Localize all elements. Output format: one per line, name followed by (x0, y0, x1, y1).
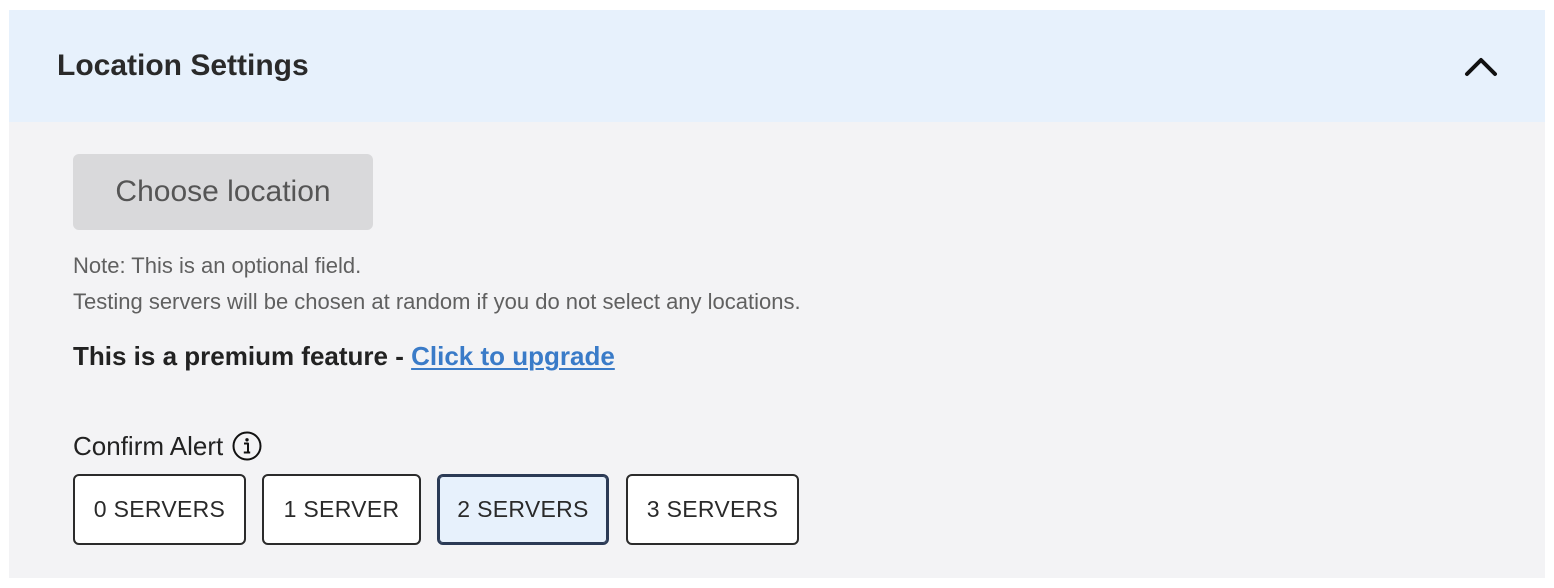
premium-feature-text: This is a premium feature - (73, 341, 412, 371)
location-settings-panel: Location Settings Choose location Note: … (9, 10, 1545, 578)
confirm-alert-label-row: Confirm Alert (73, 430, 262, 462)
confirm-alert-label: Confirm Alert (73, 431, 224, 461)
optional-field-note: Note: This is an optional field. (73, 253, 362, 278)
premium-feature-notice: This is a premium feature - Click to upg… (73, 340, 615, 372)
server-option-1[interactable]: 1 SERVER (262, 474, 421, 545)
server-option-3[interactable]: 3 SERVERS (626, 474, 799, 545)
server-option-0[interactable]: 0 SERVERS (73, 474, 246, 545)
random-servers-note: Testing servers will be chosen at random… (73, 289, 801, 314)
info-icon[interactable] (232, 431, 262, 461)
server-option-2[interactable]: 2 SERVERS (437, 474, 609, 545)
upgrade-link[interactable]: Click to upgrade (411, 341, 615, 371)
panel-header[interactable]: Location Settings (9, 10, 1545, 122)
chevron-up-icon (1465, 58, 1497, 76)
panel-title: Location Settings (57, 49, 309, 82)
collapse-button[interactable] (1453, 46, 1509, 90)
choose-location-button[interactable]: Choose location (73, 154, 373, 230)
